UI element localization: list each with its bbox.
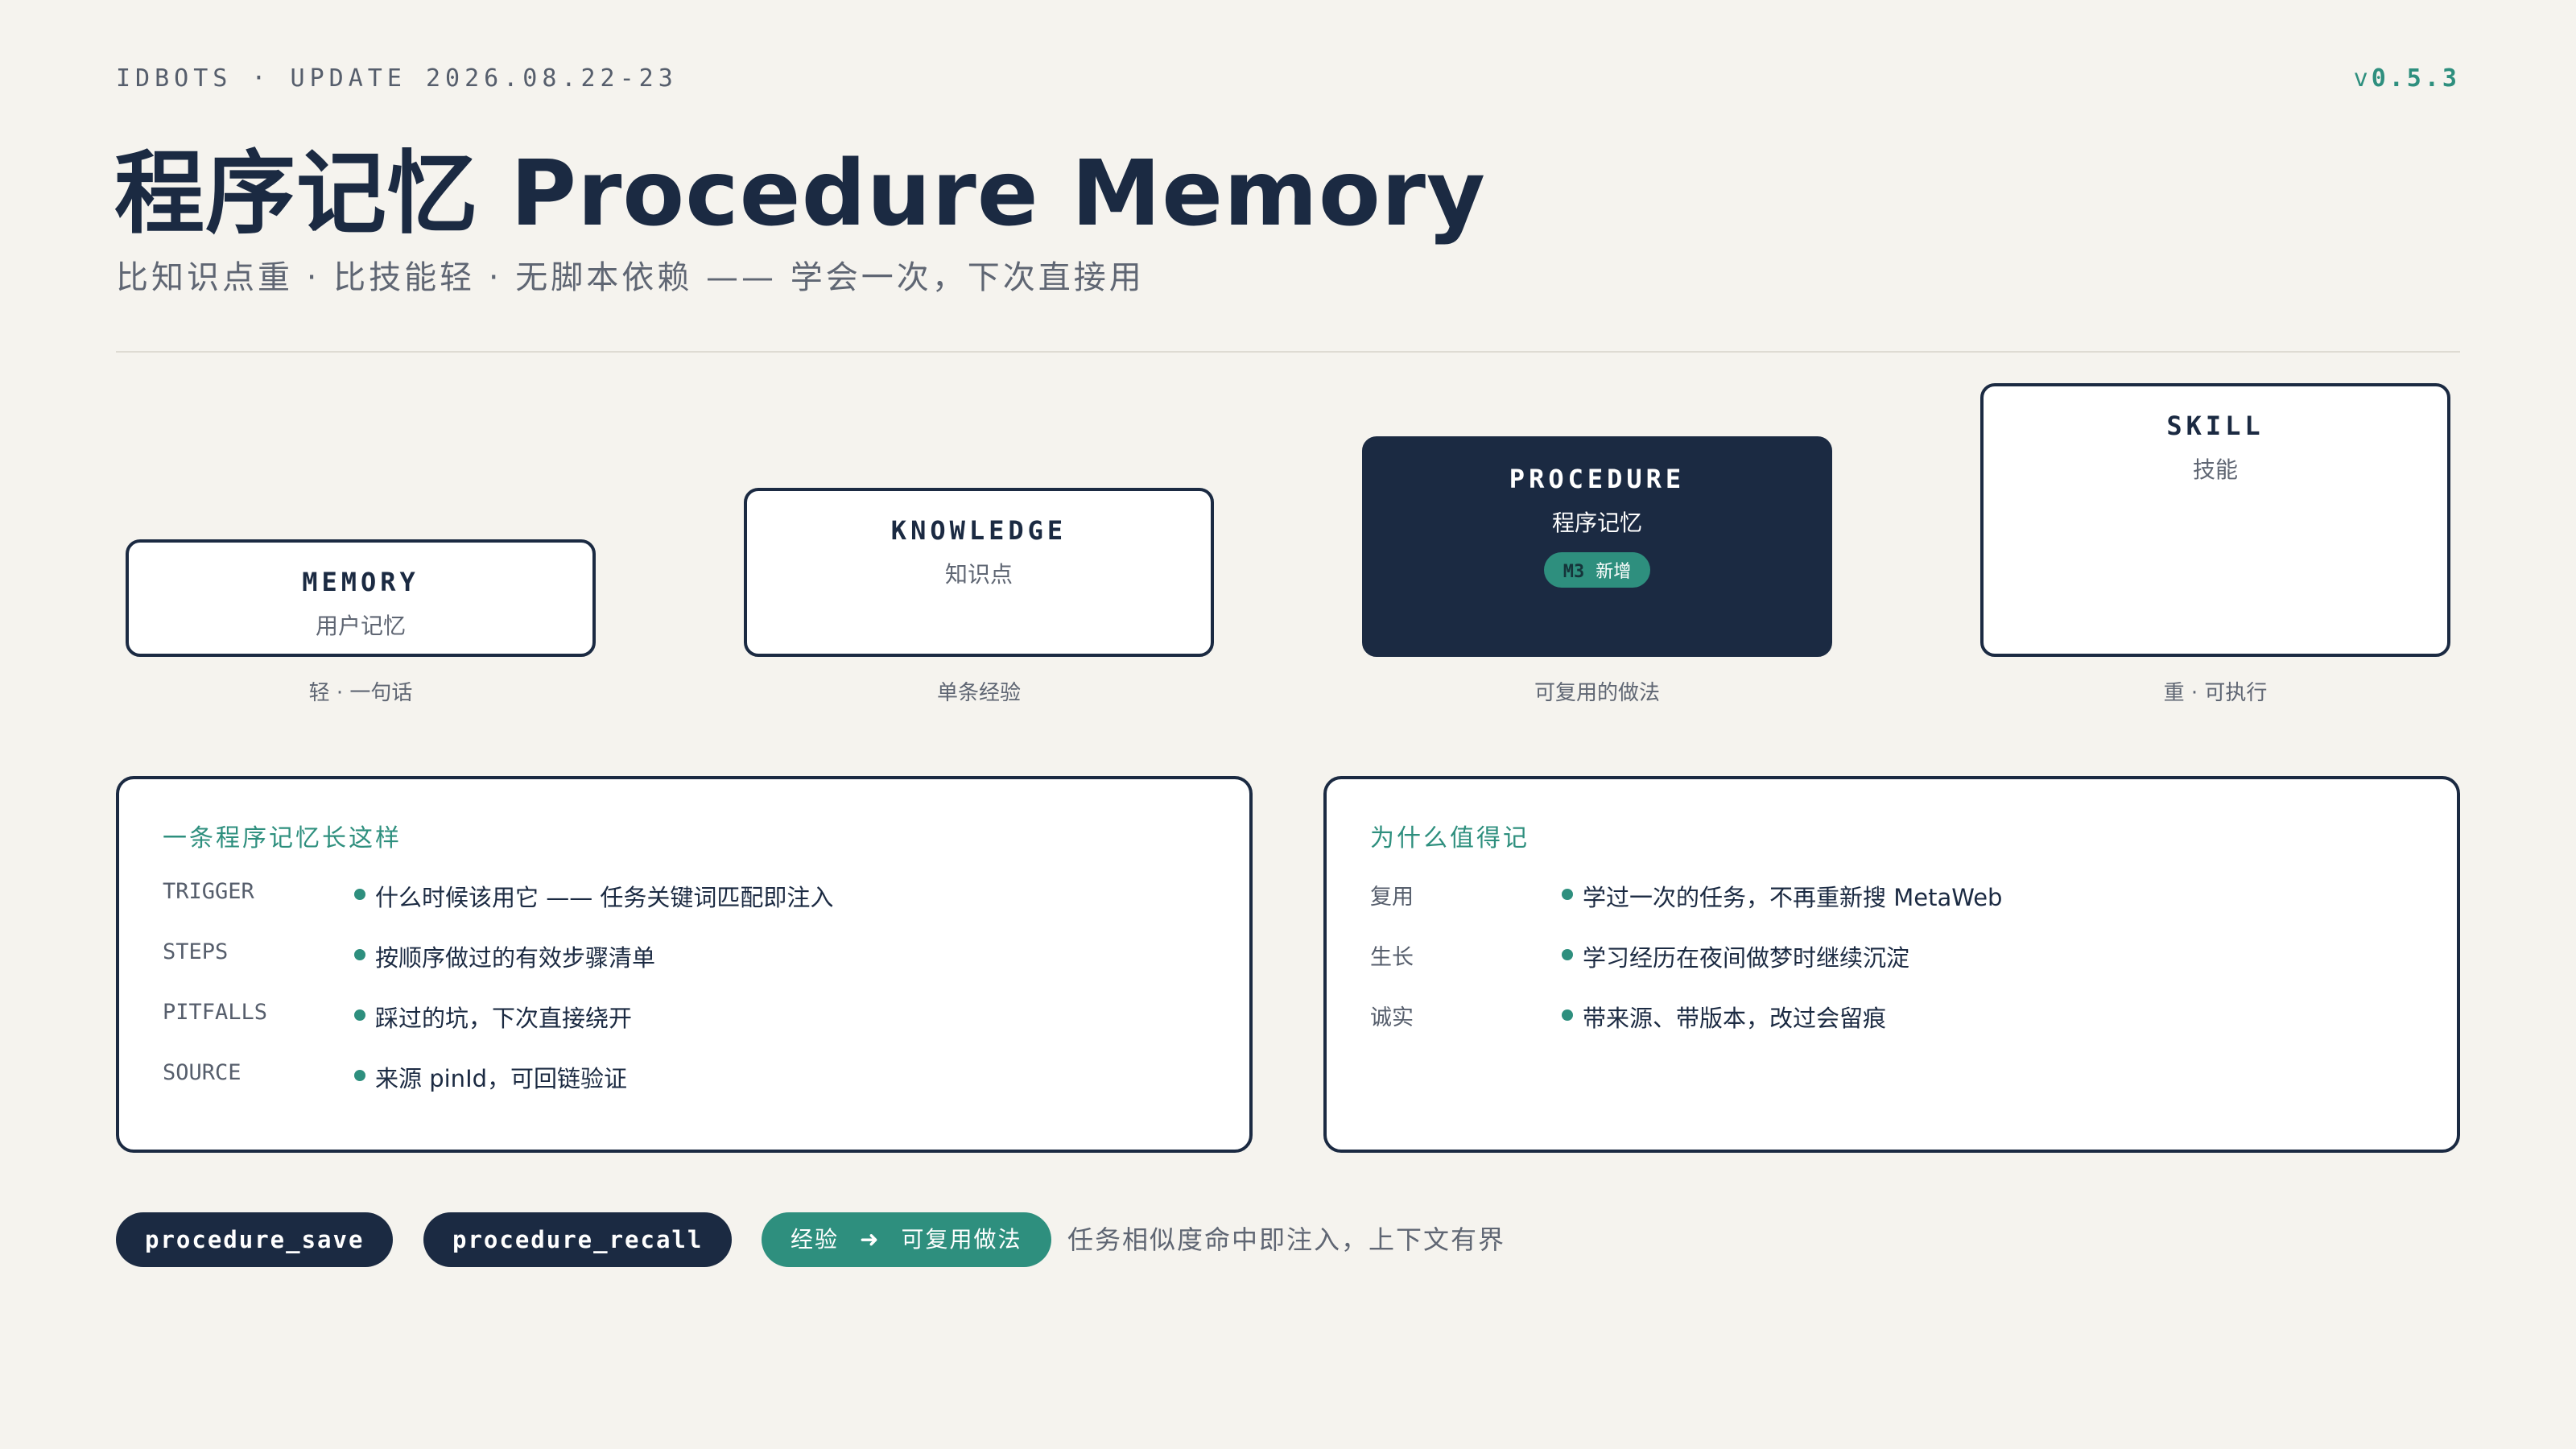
level-card-procedure: PROCEDURE 程序记忆 M3 新增: [1362, 436, 1832, 657]
new-badge: M3 新增: [1543, 552, 1651, 588]
flow-from: 经验: [791, 1226, 840, 1253]
bullet-icon: [354, 889, 365, 900]
level-name: KNOWLEDGE: [890, 515, 1067, 546]
level-card-knowledge: KNOWLEDGE 知识点: [744, 488, 1214, 657]
field-value: 什么时候该用它 —— 任务关键词匹配即注入: [375, 884, 834, 911]
badge-code: M3: [1563, 562, 1585, 582]
level-caption-memory: 轻 · 一句话: [308, 681, 413, 705]
level-card-skill: SKILL 技能: [1980, 383, 2450, 657]
field-value: 按顺序做过的有效步骤清单: [375, 944, 656, 972]
bullet-icon: [354, 949, 365, 960]
reason-value: 学过一次的任务，不再重新搜 MetaWeb: [1583, 884, 2003, 911]
field-key: TRIGGER: [163, 879, 254, 904]
field-value: 踩过的坑，下次直接绕开: [375, 1005, 633, 1032]
page-title: 程序记忆 Procedure Memory: [114, 142, 1487, 246]
field-key: STEPS: [163, 939, 229, 964]
update-line: IDBOTS · UPDATE 2026.08.22-23: [116, 64, 678, 93]
bullet-icon: [1562, 1009, 1573, 1021]
badge-text: 新增: [1596, 562, 1632, 582]
flow-to: 可复用做法: [901, 1226, 1022, 1253]
level-name: SKILL: [2166, 411, 2264, 441]
panel-title: 为什么值得记: [1370, 824, 1530, 852]
version-number: 0.5.3: [2371, 64, 2460, 93]
level-sub: 知识点: [944, 561, 1013, 588]
reasons-panel: 为什么值得记 复用 学过一次的任务，不再重新搜 MetaWeb 生长 学习经历在…: [1323, 776, 2460, 1153]
bullet-icon: [354, 1070, 365, 1081]
level-caption-skill: 重 · 可执行: [2163, 681, 2268, 705]
reason-value: 带来源、带版本，改过会留痕: [1583, 1005, 1887, 1032]
level-caption-knowledge: 单条经验: [936, 681, 1021, 705]
bullet-icon: [1562, 889, 1573, 900]
tool-chip-recall: procedure_recall: [423, 1212, 733, 1267]
reason-key: 复用: [1370, 885, 1414, 910]
level-name: PROCEDURE: [1509, 464, 1686, 494]
field-key: SOURCE: [163, 1060, 242, 1085]
level-sub: 用户记忆: [315, 613, 406, 639]
level-sub: 技能: [2192, 456, 2238, 483]
flow-chip: 经验 ➜ 可复用做法: [762, 1212, 1051, 1267]
level-name: MEMORY: [302, 567, 419, 597]
level-card-memory: MEMORY 用户记忆: [126, 539, 596, 657]
header-divider: [116, 351, 2460, 353]
reason-key: 诚实: [1370, 1005, 1414, 1030]
reason-key: 生长: [1370, 945, 1414, 970]
field-value: 来源 pinId，可回链验证: [375, 1065, 628, 1092]
footer-note: 任务相似度命中即注入，上下文有界: [1067, 1224, 1506, 1255]
bullet-icon: [1562, 949, 1573, 960]
tool-chip-save: procedure_save: [116, 1212, 394, 1267]
anatomy-panel: 一条程序记忆长这样 TRIGGER 什么时候该用它 —— 任务关键词匹配即注入 …: [116, 776, 1253, 1153]
arrow-right-icon: ➜: [860, 1226, 881, 1253]
reason-value: 学习经历在夜间做梦时继续沉淀: [1583, 944, 1910, 972]
level-sub: 程序记忆: [1551, 510, 1642, 536]
page-subtitle: 比知识点重 · 比技能轻 · 无脚本依赖 —— 学会一次，下次直接用: [116, 259, 1145, 296]
level-caption-procedure: 可复用的做法: [1534, 681, 1660, 705]
field-key: PITFALLS: [163, 1000, 268, 1025]
version-prefix: v: [2353, 64, 2372, 93]
panel-title: 一条程序记忆长这样: [163, 824, 402, 852]
bullet-icon: [354, 1009, 365, 1021]
version-label: v0.5.3: [2354, 64, 2460, 93]
